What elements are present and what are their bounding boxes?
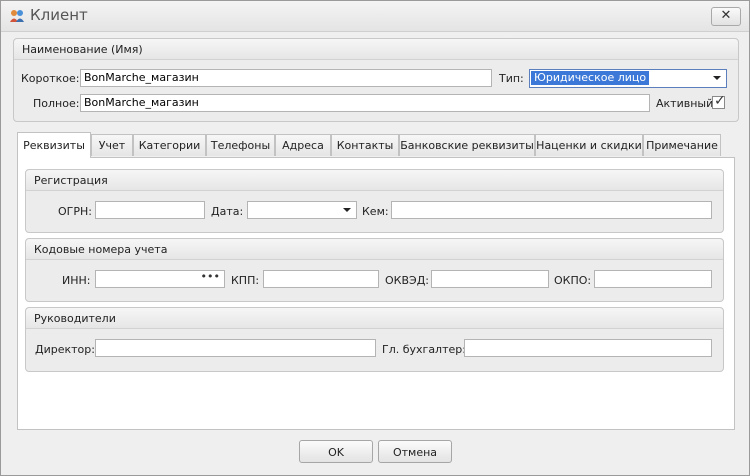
ogrn-label: ОГРН: (58, 205, 92, 218)
title-bar[interactable]: Клиент ✕ (1, 1, 749, 32)
chief-accountant-input[interactable] (464, 339, 712, 357)
close-button[interactable]: ✕ (711, 7, 741, 26)
tab-label: Наценки и скидки (536, 139, 642, 152)
tab-bank-details[interactable]: Банковские реквизиты (399, 134, 535, 156)
okved-input[interactable] (431, 270, 549, 288)
tab-label: Банковские реквизиты (400, 139, 534, 152)
date-picker[interactable] (247, 201, 357, 219)
short-name-label: Короткое: (21, 72, 80, 85)
type-select[interactable]: Юридическое лицо (529, 69, 727, 88)
tab-label: Учет (98, 139, 126, 152)
checkmark-icon: ✓ (714, 93, 726, 109)
tab-accounting[interactable]: Учет (91, 134, 133, 156)
tab-label: Телефоны (210, 139, 271, 152)
active-label: Активный (656, 97, 714, 110)
kpp-input[interactable] (263, 270, 379, 288)
chief-accountant-label: Гл. бухгалтер: (382, 343, 466, 356)
tab-notes[interactable]: Примечание (643, 134, 721, 156)
okpo-input[interactable] (594, 270, 712, 288)
cancel-button[interactable]: Отмена (378, 440, 452, 463)
tab-label: Адреса (282, 139, 324, 152)
short-name-value: BonMarche_магазин (84, 71, 199, 84)
inn-label: ИНН: (62, 274, 91, 287)
full-name-input[interactable]: BonMarche_магазин (80, 94, 650, 112)
director-label: Директор: (35, 343, 95, 356)
full-name-label: Полное: (33, 97, 80, 110)
tab-label: Реквизиты (23, 139, 85, 152)
tab-label: Примечание (646, 139, 718, 152)
tab-label: Контакты (336, 139, 394, 152)
window-title: Клиент (30, 6, 88, 24)
tab-requisites[interactable]: Реквизиты (17, 132, 91, 158)
codes-group-header: Кодовые номера учета (26, 239, 723, 260)
chevron-down-icon (343, 208, 351, 212)
inn-input[interactable]: ••• (95, 270, 225, 288)
close-icon: ✕ (720, 8, 732, 23)
type-label: Тип: (499, 72, 524, 85)
registration-group-title: Регистрация (34, 174, 108, 187)
ogrn-input[interactable] (95, 201, 205, 219)
more-icon[interactable]: ••• (201, 270, 220, 284)
registration-group-header: Регистрация (26, 170, 723, 191)
active-checkbox[interactable]: ✓ (712, 93, 726, 109)
name-group-header: Наименование (Имя) (14, 39, 738, 60)
managers-group-header: Руководители (26, 308, 723, 329)
tab-addresses[interactable]: Адреса (275, 134, 331, 156)
people-icon (10, 10, 24, 22)
name-group-title: Наименование (Имя) (22, 43, 143, 56)
okved-label: ОКВЭД: (385, 274, 429, 287)
codes-group-title: Кодовые номера учета (34, 243, 168, 256)
kpp-label: КПП: (231, 274, 260, 287)
managers-group-title: Руководители (34, 312, 116, 325)
issued-by-label: Кем: (362, 205, 389, 218)
tab-phones[interactable]: Телефоны (206, 134, 275, 156)
tab-markups-discounts[interactable]: Наценки и скидки (535, 134, 643, 156)
issued-by-input[interactable] (391, 201, 712, 219)
short-name-input[interactable]: BonMarche_магазин (80, 69, 492, 87)
director-input[interactable] (95, 339, 376, 357)
tab-categories[interactable]: Категории (133, 134, 206, 156)
cancel-button-label: Отмена (392, 446, 438, 459)
full-name-value: BonMarche_магазин (84, 96, 199, 109)
okpo-label: ОКПО: (554, 274, 592, 287)
ok-button[interactable]: OK (299, 440, 373, 463)
type-select-value: Юридическое лицо (531, 71, 650, 85)
chevron-down-icon (713, 76, 721, 80)
tab-label: Категории (138, 139, 201, 152)
date-label: Дата: (211, 205, 244, 218)
tab-contacts[interactable]: Контакты (331, 134, 399, 156)
ok-button-label: OK (328, 446, 344, 459)
client-dialog: Клиент ✕ Наименование (Имя) Короткое: Bo… (0, 0, 750, 476)
